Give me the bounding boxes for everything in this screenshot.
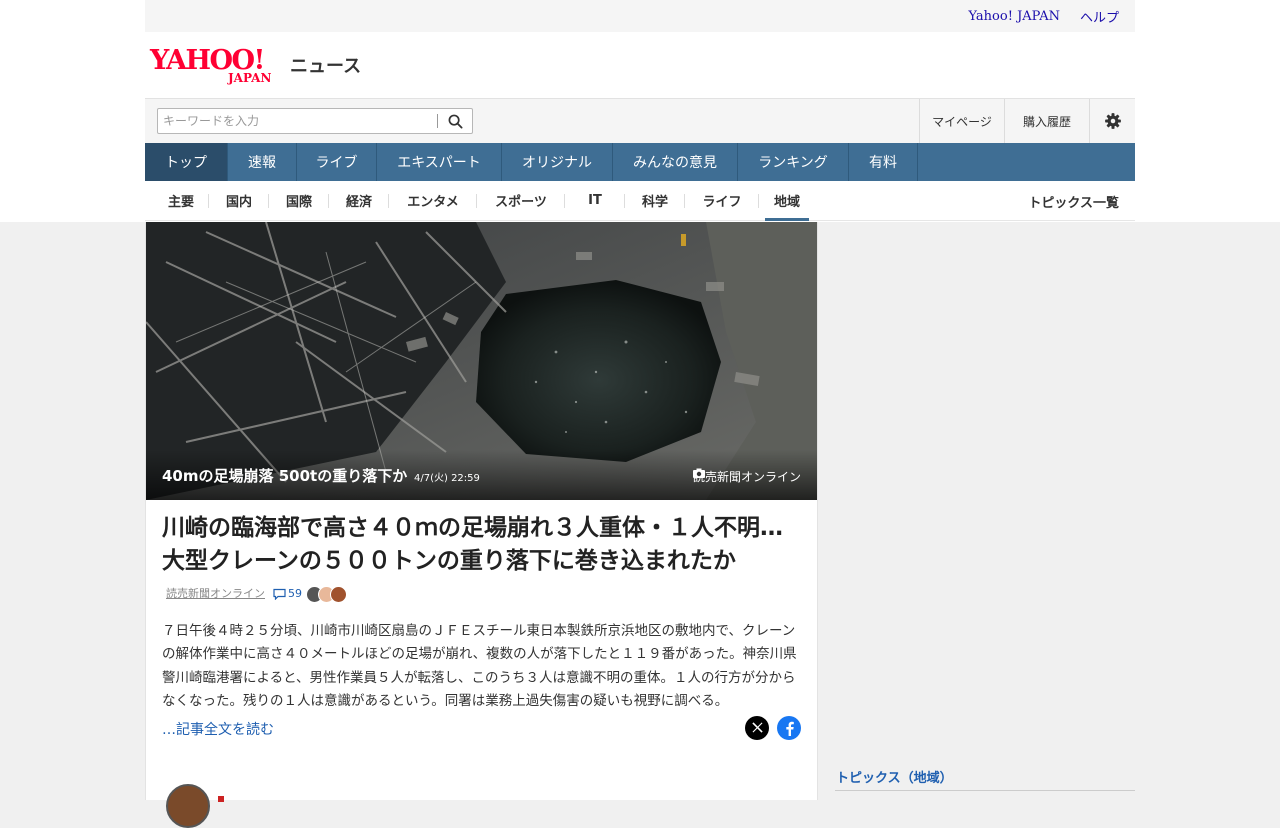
search-bar: マイページ 購入履歴 bbox=[145, 98, 1135, 143]
nav-opinions[interactable]: みんなの意見 bbox=[613, 143, 738, 181]
category-entertainment[interactable]: エンタメ bbox=[389, 181, 477, 221]
sidebar-divider bbox=[835, 790, 1135, 791]
article-meta: 読売新聞オンライン 59 bbox=[166, 585, 347, 603]
share-buttons bbox=[745, 715, 801, 740]
category-main[interactable]: 主要 bbox=[153, 181, 209, 221]
share-x-button[interactable] bbox=[745, 715, 769, 740]
article-card: 40mの足場崩落 500tの重り落下か 4/7(火) 22:59 読売新聞オンラ… bbox=[145, 222, 818, 828]
search-box bbox=[157, 108, 473, 134]
category-local[interactable]: 地域 bbox=[765, 181, 809, 221]
search-icon bbox=[448, 114, 462, 128]
topics-list-link[interactable]: トピックス一覧 bbox=[1028, 181, 1119, 221]
logo-japan-text: JAPAN bbox=[228, 71, 272, 85]
commenter-avatar bbox=[330, 585, 347, 603]
category-life[interactable]: ライフ bbox=[685, 181, 759, 221]
category-domestic[interactable]: 国内 bbox=[209, 181, 269, 221]
read-full-article-link[interactable]: …記事全文を読む bbox=[162, 722, 274, 738]
nav-top[interactable]: トップ bbox=[145, 143, 228, 181]
mypage-link[interactable]: マイページ bbox=[919, 99, 1004, 143]
nav-live[interactable]: ライブ bbox=[297, 143, 377, 181]
sidebar-topics-title[interactable]: トピックス（地域） bbox=[836, 767, 953, 786]
comment-icon bbox=[273, 589, 286, 601]
purchase-history-link[interactable]: 購入履歴 bbox=[1004, 99, 1089, 143]
nav-paid[interactable]: 有料 bbox=[849, 143, 918, 181]
yahoo-news-logo[interactable]: YAHOO! JAPAN ニュース bbox=[150, 43, 361, 87]
article-photo[interactable]: 40mの足場崩落 500tの重り落下か 4/7(火) 22:59 読売新聞オンラ… bbox=[146, 222, 817, 500]
utility-bar: Yahoo! JAPAN ヘルプ bbox=[145, 0, 1135, 32]
nav-expert[interactable]: エキスパート bbox=[377, 143, 502, 181]
photo-source: 読売新聞オンライン bbox=[692, 468, 801, 485]
category-nav: 主要 国内 国際 経済 エンタメ スポーツ IT 科学 ライフ 地域 トピックス… bbox=[145, 181, 1135, 221]
search-button[interactable] bbox=[438, 109, 472, 133]
settings-button[interactable] bbox=[1089, 99, 1135, 143]
share-facebook-button[interactable] bbox=[777, 715, 801, 740]
nav-breaking[interactable]: 速報 bbox=[228, 143, 297, 181]
author-avatar[interactable] bbox=[166, 784, 210, 828]
author-badge bbox=[218, 796, 224, 802]
category-economy[interactable]: 経済 bbox=[329, 181, 389, 221]
category-world[interactable]: 国際 bbox=[269, 181, 329, 221]
photo-caption-date: 4/7(火) 22:59 bbox=[414, 473, 480, 484]
facebook-icon bbox=[786, 721, 794, 736]
nav-ranking[interactable]: ランキング bbox=[738, 143, 849, 181]
photo-caption-title: 40mの足場崩落 500tの重り落下か bbox=[162, 467, 408, 485]
search-input[interactable] bbox=[158, 109, 437, 133]
article-headline[interactable]: 川崎の臨海部で高さ４０ｍの足場崩れ３人重体・１人不明…大型クレーンの５００トンの… bbox=[162, 512, 801, 610]
logo-news-text: ニュース bbox=[290, 56, 362, 77]
commenter-avatars[interactable] bbox=[306, 585, 347, 603]
header: Yahoo! JAPAN ヘルプ YAHOO! JAPAN ニュース キーワード… bbox=[145, 0, 1135, 221]
photo-source-label: 読売新聞オンライン bbox=[692, 470, 801, 484]
category-sports[interactable]: スポーツ bbox=[477, 181, 565, 221]
main-nav: トップ 速報 ライブ エキスパート オリジナル みんなの意見 ランキング 有料 bbox=[145, 143, 1135, 181]
category-science[interactable]: 科学 bbox=[625, 181, 685, 221]
article-source-link[interactable]: 読売新聞オンライン bbox=[166, 586, 265, 602]
camera-icon bbox=[692, 468, 705, 478]
account-links: マイページ 購入履歴 bbox=[919, 99, 1135, 143]
gear-icon bbox=[1104, 113, 1121, 129]
page: Yahoo! JAPAN ヘルプ YAHOO! JAPAN ニュース キーワード… bbox=[0, 0, 1280, 828]
yahoo-japan-link[interactable]: Yahoo! JAPAN bbox=[968, 9, 1060, 24]
nav-original[interactable]: オリジナル bbox=[502, 143, 613, 181]
read-more-row: …記事全文を読む bbox=[162, 715, 801, 742]
x-icon bbox=[751, 722, 763, 734]
headline-text: 川崎の臨海部で高さ４０ｍの足場崩れ３人重体・１人不明…大型クレーンの５００トンの… bbox=[162, 515, 783, 574]
comment-count: 59 bbox=[288, 587, 302, 601]
masthead: YAHOO! JAPAN ニュース bbox=[145, 32, 1135, 98]
category-it[interactable]: IT bbox=[565, 181, 625, 221]
help-link[interactable]: ヘルプ bbox=[1080, 7, 1119, 26]
yahoo-logo: YAHOO! JAPAN bbox=[150, 43, 288, 87]
article-summary: ７日午後４時２５分頃、川崎市川崎区扇島のＪＦＥスチール東日本製鉄所京浜地区の敷地… bbox=[162, 622, 797, 710]
comment-count-link[interactable]: 59 bbox=[273, 586, 302, 602]
